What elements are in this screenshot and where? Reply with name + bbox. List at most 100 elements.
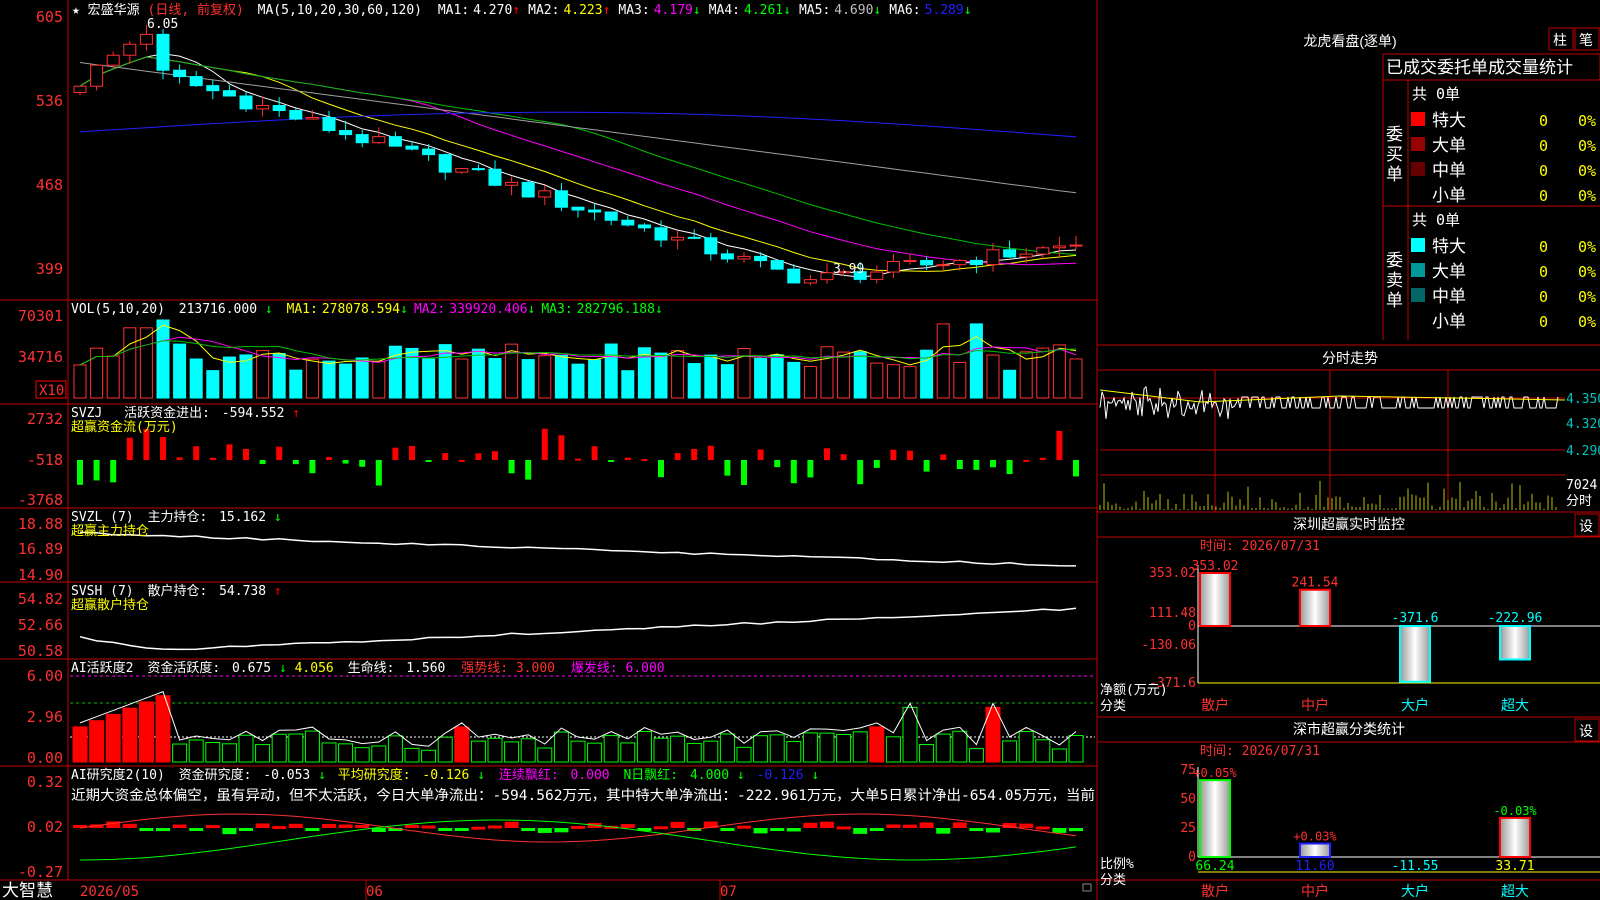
svsh-arrow: ↑ xyxy=(274,584,282,599)
candle-body xyxy=(372,136,386,144)
buy-side-label: 单 xyxy=(1386,165,1403,185)
activity-bar xyxy=(520,738,536,763)
candle-body xyxy=(969,259,983,266)
volume-bar xyxy=(986,354,1000,399)
monitor-bar-label-4: -222.96 xyxy=(1488,611,1543,626)
research-bar xyxy=(720,828,735,831)
activity-bar xyxy=(321,742,337,763)
candle-body xyxy=(322,117,336,132)
sell-row-2-name: 大单 xyxy=(1432,262,1466,282)
low-mark: 3.99 xyxy=(833,262,864,277)
research-bar xyxy=(521,828,536,831)
ai2-l3: 连续飘红: xyxy=(499,767,559,783)
ai2-l4: N日飘红: xyxy=(623,767,678,783)
volume-bar xyxy=(521,359,535,399)
volume-bar xyxy=(1003,369,1017,399)
sz-class-ylabel: 比例% xyxy=(1100,857,1134,872)
candle-body xyxy=(206,85,220,92)
volume-bar xyxy=(206,370,220,399)
volume-chart[interactable] xyxy=(73,319,1083,399)
svsh-chart[interactable] xyxy=(79,607,1077,651)
sz-monitor-chart[interactable]: 353.02111.480-130.06-371.6353.02散户241.54… xyxy=(1141,559,1600,714)
svzj-bar xyxy=(126,437,133,460)
svzl-arrow: ↓ xyxy=(274,510,282,525)
monitor-bar-1 xyxy=(1199,572,1231,627)
star-icon: ★ xyxy=(72,3,80,18)
price-chart[interactable] xyxy=(73,24,1083,286)
ma-value-6: 5.289 xyxy=(925,3,964,18)
activity-bar xyxy=(603,735,619,763)
volume-bar xyxy=(355,357,369,399)
ai2-chart[interactable] xyxy=(73,813,1083,861)
svsh-header: SVSH (7) 散户持仓: 54.738 ↑ xyxy=(71,583,282,599)
research-bar xyxy=(770,828,785,831)
volume-bar xyxy=(106,355,120,399)
candle-body xyxy=(886,261,900,273)
svzl-chart[interactable] xyxy=(79,531,1077,567)
volume-bar xyxy=(372,361,386,399)
research-bar xyxy=(338,824,353,828)
volume-bar xyxy=(704,354,718,399)
ai1-tick-3: 0.00 xyxy=(27,749,63,767)
volume-bar xyxy=(936,323,950,399)
svzl-header: SVZL (7) 主力持仓: 15.162 ↓ xyxy=(71,510,282,525)
research-bar xyxy=(322,823,336,828)
lhb-table: 共 0单委买单特大 0 0%大单 0 0%中单 0 0%小单 0 0%共 0单委卖单特大 0 0%大… xyxy=(1386,85,1596,332)
monitor-cat-2: 中户 xyxy=(1301,697,1329,714)
date-label-1: 2026/05 xyxy=(80,884,139,900)
vol-ma-value-3: 282796.188 xyxy=(577,302,655,317)
candle-body xyxy=(289,110,303,120)
candle-body xyxy=(604,211,618,221)
research-bar xyxy=(504,821,519,828)
buy-row-4-count: 0 xyxy=(1539,187,1548,205)
svzj-header: SVZJ 活跃资金进出: -594.552 ↑ xyxy=(71,405,300,421)
class-tick-3: 25 xyxy=(1180,821,1196,836)
svzj-bar xyxy=(525,460,532,480)
svzj-bar xyxy=(160,437,166,460)
svzj-arrow: ↑ xyxy=(292,406,300,421)
research-bar xyxy=(836,826,851,830)
monitor-bar-4 xyxy=(1499,625,1531,661)
fenshi-chart[interactable] xyxy=(1099,370,1566,512)
ai1-chart[interactable] xyxy=(70,675,1095,763)
class-bar-4 xyxy=(1499,816,1531,859)
sell-row-3-count: 0 xyxy=(1539,288,1548,306)
volume-bar xyxy=(803,366,817,399)
ai1-v1: 0.675 xyxy=(232,661,271,676)
monitor-bar-label-1: 353.02 xyxy=(1192,559,1239,574)
lock-icon[interactable] xyxy=(1082,883,1092,892)
candle-body xyxy=(1036,247,1050,255)
vol-tick-2: 34716 xyxy=(18,348,63,366)
class-tick-2: 50 xyxy=(1180,792,1196,807)
volume-bar xyxy=(654,352,668,399)
research-bar xyxy=(488,825,502,829)
ma-value-5: 4.690 xyxy=(834,3,873,18)
sz-class-chart[interactable]: 7550250+0.05%66.24散户+0.03%11.60中户-11.55大… xyxy=(1180,763,1600,900)
buy-side-label: 委 xyxy=(1386,125,1403,145)
research-bar xyxy=(886,824,901,828)
activity-bar xyxy=(105,713,121,763)
candle-body xyxy=(1069,244,1083,247)
price-tick-2: 536 xyxy=(36,92,63,110)
ai1-bfv: 6.000 xyxy=(625,661,664,676)
sz-monitor-xlabel: 分类 xyxy=(1100,699,1126,714)
activity-bar xyxy=(470,740,486,763)
svzj-bar xyxy=(1039,457,1046,460)
activity-bar xyxy=(138,701,154,763)
fenshi-unit: 分时 xyxy=(1566,494,1592,509)
sell-row-3-swatch xyxy=(1411,288,1425,302)
monitor-bar-label-2: 241.54 xyxy=(1292,576,1339,591)
stock-period: (日线, 前复权) xyxy=(148,2,244,18)
candle-body xyxy=(803,279,817,284)
ai2-v5: -0.126 xyxy=(757,768,804,783)
ai2-v4: 4.000 xyxy=(690,768,729,783)
stock-name: 宏盛华源 xyxy=(88,3,140,18)
buy-row-2-count: 0 xyxy=(1539,137,1548,155)
research-bar xyxy=(969,828,984,831)
research-bar xyxy=(670,821,685,828)
volume-bar xyxy=(870,362,884,399)
svzj-chart[interactable] xyxy=(77,428,1079,486)
research-bar xyxy=(919,822,934,828)
research-bar xyxy=(753,828,768,834)
research-bar xyxy=(122,823,137,828)
